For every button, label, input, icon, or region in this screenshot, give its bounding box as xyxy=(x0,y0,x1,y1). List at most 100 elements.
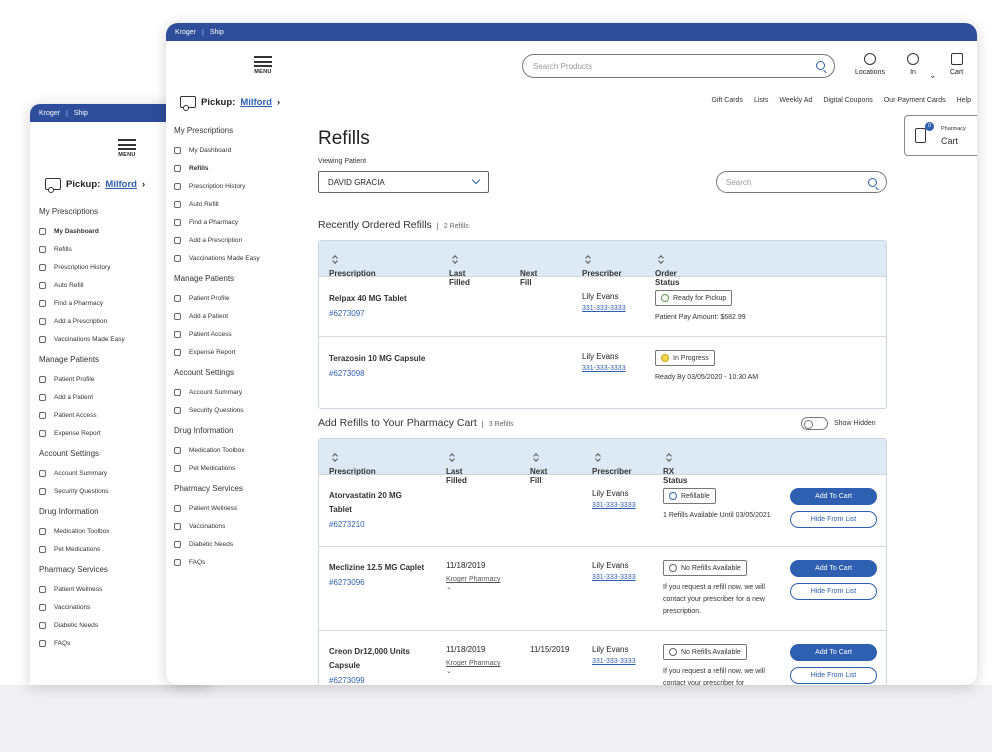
search-icon[interactable] xyxy=(816,61,825,70)
recent-count: 2 Refills xyxy=(436,223,469,230)
chevron-down-icon[interactable]: ⌄ xyxy=(929,70,937,81)
refills-icon xyxy=(174,164,181,172)
hamburger-icon xyxy=(118,139,136,150)
column-header[interactable]: Prescriber xyxy=(592,453,632,476)
menu-label: MENU xyxy=(254,69,272,75)
sidebar-item-add-a-patient[interactable]: Add a Patient xyxy=(174,307,309,325)
chevron-down-icon[interactable]: ⌄ xyxy=(446,667,500,675)
sidebar-item-label: Patient Wellness xyxy=(54,585,103,593)
medication-toolbox-icon xyxy=(174,446,181,454)
patient-select[interactable]: DAVID GRACIA xyxy=(318,171,489,193)
add-to-cart-button[interactable]: Add To Cart xyxy=(790,644,877,661)
kroger-link[interactable]: Kroger xyxy=(39,110,60,117)
sidebar-item-label: Add a Prescription xyxy=(189,236,243,244)
status-badge: No Refills Available xyxy=(663,644,747,660)
sidebar-item-patient-profile[interactable]: Patient Profile xyxy=(174,289,309,307)
hide-from-list-button[interactable]: Hide From List xyxy=(790,511,877,528)
prescriber-phone[interactable]: 331-333-3333 xyxy=(582,365,626,372)
column-header[interactable]: Prescriber xyxy=(582,255,622,278)
sidebar-item-account-summary[interactable]: Account Summary xyxy=(174,383,309,401)
sidebar-section-manage-patients: Manage Patients xyxy=(174,274,235,283)
pickup-store[interactable]: Milford xyxy=(240,97,272,108)
row-actions: Add To Cart Hide From List xyxy=(790,560,877,600)
pickup-store[interactable]: Milford xyxy=(105,179,137,190)
column-header[interactable]: Order Status xyxy=(655,255,679,287)
rx-number[interactable]: #6273096 xyxy=(329,578,427,587)
search-icon[interactable] xyxy=(868,178,877,187)
toplink-help[interactable]: Help xyxy=(957,97,971,104)
prescription-cell: Meclizine 12.5 MG Caplet #6273096 xyxy=(329,561,427,587)
cart-button[interactable]: Cart xyxy=(950,53,963,76)
sidebar-item-security-questions[interactable]: Security Questions xyxy=(174,401,309,419)
find-a-pharmacy-icon xyxy=(174,218,181,226)
pickup-selector[interactable]: Pickup: Milford › xyxy=(45,178,145,193)
column-header[interactable]: Prescription xyxy=(329,453,376,476)
toggle-switch[interactable] xyxy=(801,417,828,430)
sidebar-item-diabetic-needs[interactable]: Diabetic Needs xyxy=(174,535,309,553)
sidebar-item-my-dashboard[interactable]: My Dashboard xyxy=(174,141,309,159)
prescriber-name: Lily Evans xyxy=(592,489,629,498)
column-header[interactable]: RX Status xyxy=(663,453,687,485)
sidebar-item-label: Refills xyxy=(189,164,209,172)
pharmacy-link[interactable]: Kroger Pharmacy xyxy=(446,660,500,667)
sidebar-item-vaccinations[interactable]: Vaccinations xyxy=(174,517,309,535)
sidebar-item-patient-wellness[interactable]: Patient Wellness xyxy=(174,499,309,517)
pickup-selector[interactable]: Pickup: Milford › xyxy=(180,96,280,111)
status-note: 1 Refills Available Until 03/05/2021 xyxy=(663,512,771,519)
rx-number[interactable]: #6273097 xyxy=(329,309,449,318)
add-to-cart-button[interactable]: Add To Cart xyxy=(790,488,877,505)
column-header[interactable]: Last Filled xyxy=(449,255,470,287)
locations-button[interactable]: Locations xyxy=(855,53,885,76)
sidebar-item-label: Patient Access xyxy=(189,330,232,338)
prescriber-name: Lily Evans xyxy=(582,292,619,301)
sidebar-item-expense-report[interactable]: Expense Report xyxy=(174,343,309,361)
product-search-input[interactable]: Search Products xyxy=(522,54,835,78)
sidebar-item-faqs[interactable]: FAQs xyxy=(174,553,309,571)
rx-number[interactable]: #6273098 xyxy=(329,369,449,378)
sidebar-item-medication-toolbox[interactable]: Medication Toolbox xyxy=(174,441,309,459)
ship-link[interactable]: Ship xyxy=(210,29,224,36)
sidebar-item-vaccinations-made-easy[interactable]: Vaccinations Made Easy xyxy=(174,249,309,267)
column-header[interactable]: Next Fill xyxy=(530,453,547,485)
sidebar-item-find-a-pharmacy[interactable]: Find a Pharmacy xyxy=(174,213,309,231)
sidebar-item-auto-refill[interactable]: Auto Refill xyxy=(174,195,309,213)
sidebar-item-label: Add a Patient xyxy=(54,393,94,401)
menu-button[interactable]: MENU xyxy=(254,56,272,75)
ship-link[interactable]: Ship xyxy=(74,110,88,117)
prescriber-phone[interactable]: 331-333-3333 xyxy=(592,658,636,665)
toplink-lists[interactable]: Lists xyxy=(754,97,768,104)
chevron-down-icon[interactable]: ⌄ xyxy=(446,583,500,591)
hide-from-list-button[interactable]: Hide From List xyxy=(790,667,877,684)
column-header[interactable]: Last Filled xyxy=(446,453,467,485)
toplink-weekly-ad[interactable]: Weekly Ad xyxy=(779,97,812,104)
toplink-gift-cards[interactable]: Gift Cards xyxy=(711,97,743,104)
prescriber-phone[interactable]: 331-333-3333 xyxy=(582,305,626,312)
column-header[interactable]: Prescription xyxy=(329,255,376,278)
sidebar-item-pet-medications[interactable]: Pet Medications xyxy=(174,459,309,477)
kroger-link[interactable]: Kroger xyxy=(175,29,196,36)
show-hidden-toggle[interactable]: Show Hidden xyxy=(801,417,876,430)
add-to-cart-button[interactable]: Add To Cart xyxy=(790,560,877,577)
sidebar-item-refills[interactable]: Refills xyxy=(174,159,309,177)
hide-from-list-button[interactable]: Hide From List xyxy=(790,583,877,600)
table-row: Creon Dr12,000 Units Capsule #6273099 11… xyxy=(319,631,886,685)
rx-number[interactable]: #6273099 xyxy=(329,676,427,685)
prescriber-phone[interactable]: 331-333-3333 xyxy=(592,502,636,509)
toplink-digital-coupons[interactable]: Digital Coupons xyxy=(823,97,872,104)
account-button[interactable]: In xyxy=(907,53,919,76)
pharmacy-cart-button[interactable]: 0 Pharmacy Cart xyxy=(904,115,977,156)
refill-search-input[interactable]: Search xyxy=(716,171,887,193)
menu-button[interactable]: MENU xyxy=(118,139,136,158)
prescriber-phone[interactable]: 331-333-3333 xyxy=(592,574,636,581)
sidebar-item-add-a-prescription[interactable]: Add a Prescription xyxy=(174,231,309,249)
rx-number[interactable]: #6273210 xyxy=(329,520,427,529)
pharmacy-link[interactable]: Kroger Pharmacy xyxy=(446,576,500,583)
sidebar-item-label: Security Questions xyxy=(189,406,244,414)
sidebar-item-prescription-history[interactable]: Prescription History xyxy=(174,177,309,195)
show-hidden-label: Show Hidden xyxy=(834,420,876,427)
sidebar-item-patient-access[interactable]: Patient Access xyxy=(174,325,309,343)
prescriber-cell: Lily Evans 331-333-3333 xyxy=(582,292,626,312)
add-refills-table: Prescription Last Filled Next Fill Prescrib… xyxy=(318,438,887,685)
sidebar-item-label: Vaccinations xyxy=(189,522,226,530)
toplink-our-payment-cards[interactable]: Our Payment Cards xyxy=(884,97,946,104)
